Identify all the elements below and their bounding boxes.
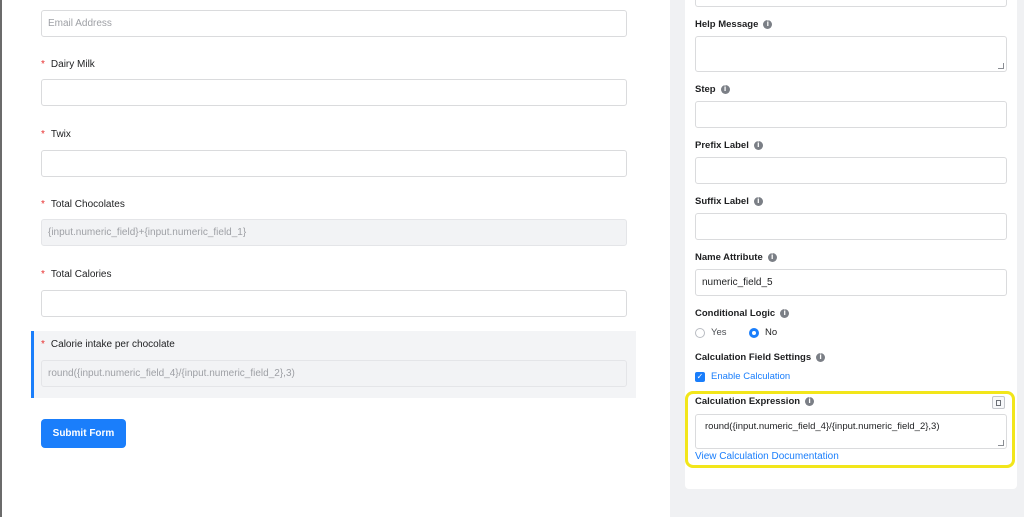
resize-handle-icon[interactable] <box>998 63 1004 69</box>
annotation-highlight-box <box>685 391 1015 468</box>
required-mark: * <box>41 339 45 350</box>
step-label: Step i <box>695 84 730 95</box>
radio-yes-circle[interactable] <box>695 327 705 338</box>
total-calories-label: * Total Calories <box>41 269 112 280</box>
radio-no-circle[interactable] <box>749 327 759 338</box>
suffix-label-label: Suffix Label i <box>695 196 763 207</box>
radio-yes[interactable]: Yes <box>695 327 727 338</box>
info-icon: i <box>753 141 763 150</box>
required-mark: * <box>41 59 45 70</box>
calorie-intake-input[interactable]: round({input.numeric_field_4}/{input.num… <box>41 360 627 387</box>
email-input[interactable]: Email Address <box>41 10 627 37</box>
calorie-intake-label: * Calorie intake per chocolate <box>41 339 175 350</box>
info-icon: i <box>763 20 773 29</box>
prefix-label-input[interactable] <box>695 157 1007 184</box>
help-message-textarea[interactable] <box>695 36 1007 72</box>
info-icon: i <box>816 353 826 362</box>
required-mark: * <box>41 199 45 210</box>
step-input[interactable] <box>695 101 1007 128</box>
info-icon: i <box>720 85 730 94</box>
email-placeholder: Email Address <box>48 18 112 29</box>
required-mark: * <box>41 269 45 280</box>
suffix-label-input[interactable] <box>695 213 1007 240</box>
previous-input-stub[interactable] <box>695 0 1007 7</box>
total-chocolates-label: * Total Chocolates <box>41 199 125 210</box>
total-calories-input[interactable] <box>41 290 627 317</box>
total-chocolates-input[interactable]: {input.numeric_field}+{input.numeric_fie… <box>41 219 627 246</box>
twix-label: * Twix <box>41 129 71 140</box>
help-message-label: Help Message i <box>695 19 773 30</box>
enable-calculation-checkbox[interactable]: ✓ Enable Calculation <box>695 371 790 382</box>
dairy-milk-label: * Dairy Milk <box>41 59 95 70</box>
info-icon: i <box>753 197 763 206</box>
prefix-label-label: Prefix Label i <box>695 140 763 151</box>
dairy-milk-input[interactable] <box>41 79 627 106</box>
checkmark-icon[interactable]: ✓ <box>695 371 705 382</box>
calculation-settings-label: Calculation Field Settings i <box>695 352 826 363</box>
required-mark: * <box>41 129 45 140</box>
info-icon: i <box>767 253 777 262</box>
submit-form-button[interactable]: Submit Form <box>41 419 126 448</box>
info-icon: i <box>780 309 790 318</box>
name-attribute-label: Name Attribute i <box>695 252 777 263</box>
radio-no[interactable]: No <box>749 327 777 338</box>
name-attribute-input[interactable]: numeric_field_5 <box>695 269 1007 296</box>
conditional-logic-label: Conditional Logic i <box>695 308 790 319</box>
twix-input[interactable] <box>41 150 627 177</box>
